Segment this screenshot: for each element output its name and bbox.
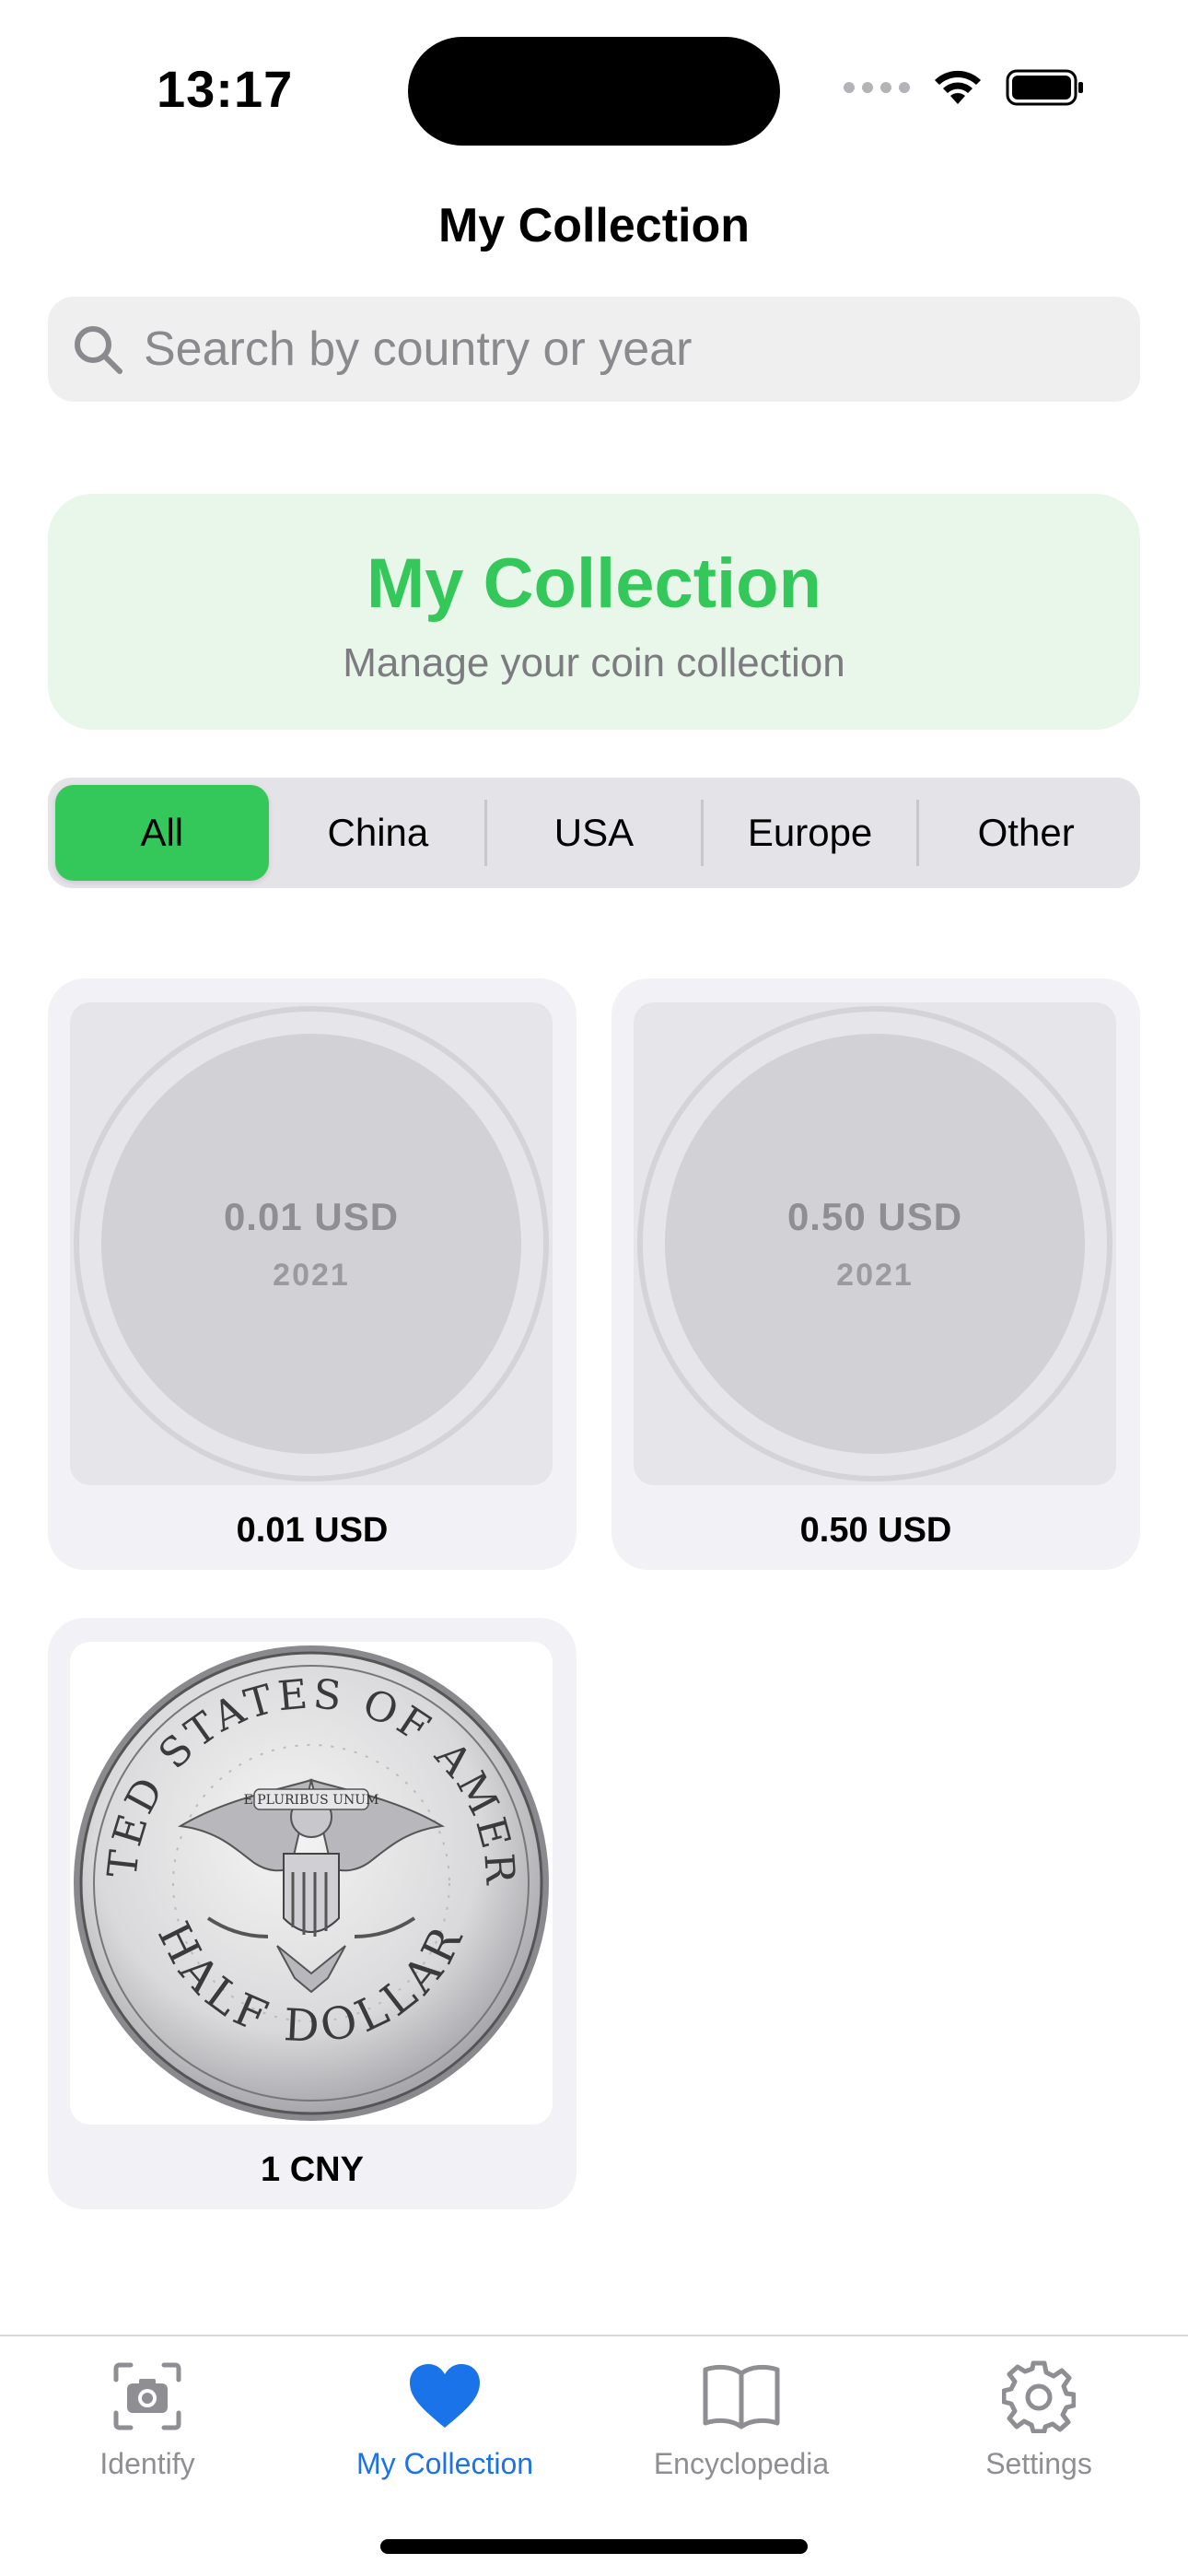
tab-encyclopedia[interactable]: Encyclopedia [603,2355,879,2481]
coin-card[interactable]: 0.50 USD 2021 0.50 USD [611,978,1140,1570]
filter-other[interactable]: Other [919,785,1133,881]
wifi-icon [935,70,981,104]
heart-icon [307,2355,583,2438]
coin-placeholder-image: 0.50 USD 2021 [634,1002,1116,1485]
coin-card[interactable]: UNITED STATES OF AMERICA HALF DOLLAR E [48,1618,577,2209]
screen: 13:17 My Collection My Collection Manage… [0,0,1188,2576]
coin-year: 2021 [273,1257,350,1293]
half-dollar-coin-image: UNITED STATES OF AMERICA HALF DOLLAR E [70,1642,549,2121]
page-title: My Collection [437,199,751,252]
filter-usa[interactable]: USA [487,785,701,881]
coin-year: 2021 [836,1257,914,1293]
dynamic-island [408,37,780,146]
coin-label: 0.50 USD [799,1511,952,1550]
tab-settings[interactable]: Settings [901,2355,1177,2481]
coin-placeholder-ring: 0.50 USD 2021 [637,1006,1112,1481]
region-filter: All China USA Europe Other [48,778,1140,888]
coin-label: 0.01 USD [236,1511,389,1550]
battery-icon [1006,69,1083,106]
tab-label: Identify [99,2447,195,2480]
tab-identify[interactable]: Identify [9,2355,285,2481]
coin-value: 0.50 USD [786,1194,963,1238]
coin-card[interactable]: 0.01 USD 2021 0.01 USD [48,978,577,1570]
collection-banner: My Collection Manage your coin collectio… [48,494,1140,730]
filter-all[interactable]: All [55,785,269,881]
search-input[interactable] [144,322,1140,377]
home-indicator[interactable] [380,2539,808,2554]
tab-label: Encyclopedia [653,2447,830,2480]
search-bar[interactable] [48,297,1140,402]
coin-value: 0.01 USD [223,1194,400,1238]
cellular-signal-icon [844,82,910,93]
book-icon [603,2355,879,2438]
coin-placeholder-face: 0.50 USD 2021 [665,1034,1085,1454]
banner-subtitle: Manage your coin collection [343,640,845,685]
filter-europe[interactable]: Europe [704,785,917,881]
banner-title: My Collection [366,544,822,623]
coin-photo: UNITED STATES OF AMERICA HALF DOLLAR E [70,1642,553,2125]
filter-china[interactable]: China [272,785,485,881]
coin-placeholder-face: 0.01 USD 2021 [101,1034,521,1454]
coin-label: 1 CNY [261,2150,364,2189]
tab-my-collection[interactable]: My Collection [307,2355,583,2481]
coin-motto: E PLURIBUS UNUM [244,1793,379,1808]
status-time: 13:17 [157,60,294,118]
status-icons [844,64,1085,111]
camera-icon [9,2355,285,2438]
gear-icon [901,2355,1177,2438]
tab-label: Settings [985,2447,1092,2480]
tab-label: My Collection [355,2447,534,2480]
coin-placeholder-ring: 0.01 USD 2021 [74,1006,549,1481]
coin-placeholder-image: 0.01 USD 2021 [70,1002,553,1485]
search-icon [75,326,122,374]
